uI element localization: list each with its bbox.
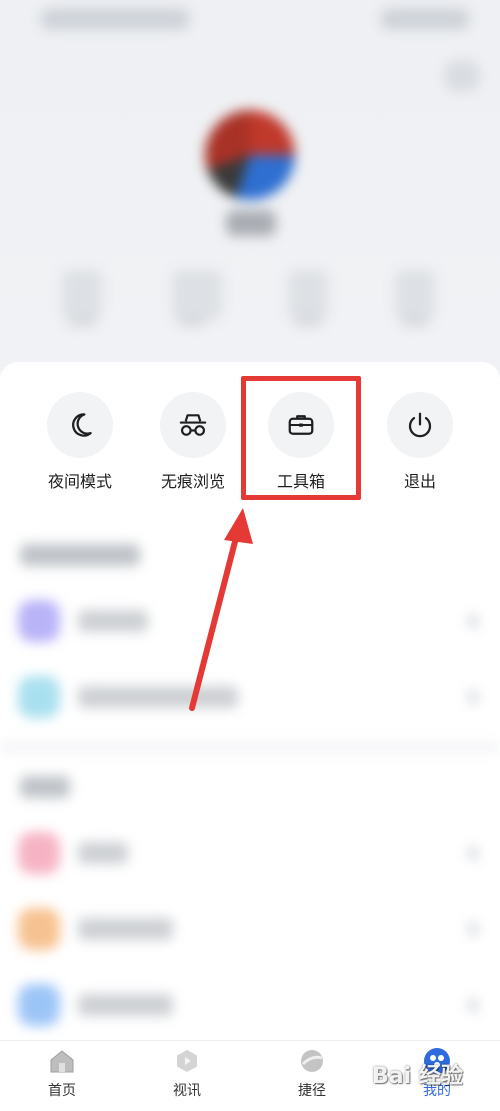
list-item[interactable] (78, 686, 238, 708)
night-mode-label: 夜间模式 (47, 472, 112, 491)
username (226, 210, 276, 236)
section-title (20, 544, 140, 566)
baidu-watermark: Bai 经验 (372, 1064, 463, 1089)
chevron-right-icon (468, 846, 478, 860)
profile-header (0, 0, 500, 370)
logout-button[interactable]: 退出 (370, 392, 470, 492)
tab-home-label: 首页 (48, 1083, 76, 1099)
chevron-right-icon (468, 922, 478, 936)
settings-icon[interactable] (444, 60, 480, 92)
stat-item[interactable] (62, 270, 102, 326)
tab-video[interactable]: 视讯 (142, 1046, 232, 1106)
section-title (20, 776, 70, 798)
list-item[interactable] (78, 842, 128, 864)
incognito-button[interactable]: 无痕浏览 (143, 392, 243, 492)
tab-video-label: 视讯 (173, 1083, 201, 1099)
menu-list (0, 512, 500, 1042)
list-item-icon (18, 908, 60, 950)
stat-item[interactable] (172, 270, 222, 326)
chevron-right-icon (468, 998, 478, 1012)
list-item-icon (18, 600, 60, 642)
list-item[interactable] (78, 994, 173, 1016)
list-item-icon (18, 676, 60, 718)
list-item-icon (18, 832, 60, 874)
video-icon (172, 1046, 202, 1076)
incognito-icon (160, 392, 226, 458)
list-item[interactable] (78, 610, 148, 632)
moon-icon (47, 392, 113, 458)
status-bar-left (40, 8, 190, 30)
tab-shortcut-label: 捷径 (298, 1083, 326, 1099)
night-mode-button[interactable]: 夜间模式 (30, 392, 130, 492)
stat-item[interactable] (288, 270, 328, 326)
home-icon (47, 1046, 77, 1076)
logout-label: 退出 (403, 472, 436, 491)
power-icon (387, 392, 453, 458)
shortcut-icon (297, 1046, 327, 1076)
avatar[interactable] (205, 110, 295, 200)
divider (0, 742, 500, 752)
tab-home[interactable]: 首页 (17, 1046, 107, 1106)
highlight-box (241, 376, 361, 500)
chevron-right-icon (468, 614, 478, 628)
tab-shortcut[interactable]: 捷径 (267, 1046, 357, 1106)
stat-item[interactable] (395, 270, 435, 326)
list-item-icon (18, 984, 60, 1026)
chevron-right-icon (468, 690, 478, 704)
incognito-label: 无痕浏览 (160, 472, 225, 491)
list-item[interactable] (78, 918, 173, 940)
status-bar-right (380, 8, 470, 30)
